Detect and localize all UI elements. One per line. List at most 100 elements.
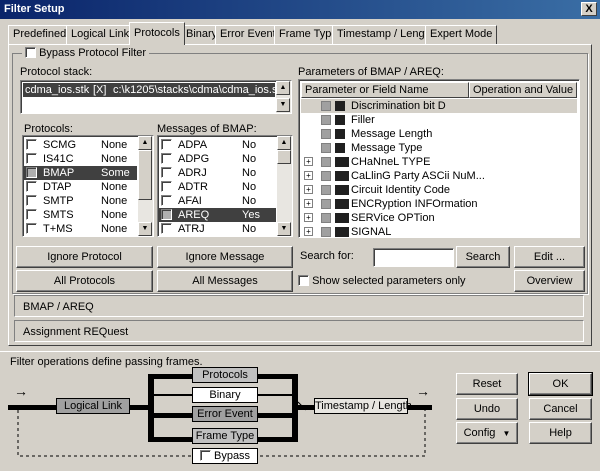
reset-button[interactable]: Reset [456, 373, 518, 395]
protocol-stack-item[interactable]: cdma_ios.stk [X] c:\k1205\stacks\cdma\cd… [23, 83, 286, 97]
field-icon [335, 115, 345, 125]
folder-icon [335, 227, 349, 237]
column-header-operation[interactable]: Operation and Value [469, 82, 577, 98]
bypass-box[interactable]: Bypass [192, 448, 258, 464]
search-input[interactable] [373, 248, 454, 267]
folder-icon [335, 157, 349, 167]
scroll-down-icon[interactable]: ▼ [138, 222, 152, 236]
scroll-up-icon[interactable]: ▲ [138, 136, 152, 150]
message-row[interactable]: ADPA No [158, 138, 276, 152]
dropdown-arrow-icon: ▼ [502, 429, 511, 438]
logical-link-box[interactable]: Logical Link [56, 398, 130, 414]
messages-list[interactable]: ADPA No ADPG No ADRJ No ADTR No AFAI No AREQ Y… [157, 135, 293, 237]
expand-icon[interactable]: + [304, 199, 313, 208]
selection-path: BMAP / AREQ [14, 295, 584, 317]
tab-timestamp-length[interactable]: Timestamp / Length [332, 25, 439, 44]
ignore-protocol-button[interactable]: Ignore Protocol [16, 246, 153, 268]
folder-icon [335, 199, 349, 209]
expand-icon[interactable]: + [304, 227, 313, 236]
selection-description: Assignment REQuest [14, 320, 584, 342]
parameter-row[interactable]: Filler [301, 113, 577, 127]
protocol-row[interactable]: T+MS None [23, 222, 137, 236]
edit-button[interactable]: Edit ... [514, 246, 585, 268]
protocol-row[interactable]: SCMG None [23, 138, 137, 152]
parameters-label: Parameters of BMAP / AREQ: [298, 66, 444, 78]
protocol-row[interactable]: DTAP None [23, 180, 137, 194]
scroll-down-icon[interactable]: ▼ [276, 98, 290, 112]
checkbox-icon[interactable] [298, 275, 309, 286]
overview-button[interactable]: Overview [514, 270, 585, 292]
parameter-row[interactable]: Message Type [301, 141, 577, 155]
scroll-down-icon[interactable]: ▼ [277, 222, 291, 236]
arrow-right-icon: → [416, 383, 430, 399]
protocols-list[interactable]: SCMG None IS41C None BMAP Some DTAP None SMT… [22, 135, 154, 237]
message-row[interactable]: AFAI No [158, 194, 276, 208]
messages-label: Messages of BMAP: [157, 123, 257, 135]
expand-icon[interactable]: + [304, 213, 313, 222]
message-row-selected[interactable]: AREQ Yes [158, 208, 276, 222]
field-icon [335, 101, 345, 111]
protocols-label: Protocols: [24, 123, 73, 135]
bypass-protocol-filter[interactable]: Bypass Protocol Filter [22, 47, 150, 60]
protocol-stack-scrollbar[interactable]: ▲ ▼ [276, 81, 291, 113]
scroll-up-icon[interactable]: ▲ [277, 136, 291, 150]
column-header-name[interactable]: Parameter or Field Name [301, 82, 469, 98]
scroll-thumb[interactable] [277, 150, 291, 164]
message-row[interactable]: ATRJ No [158, 222, 276, 236]
cancel-button[interactable]: Cancel [529, 398, 592, 420]
protocols-box[interactable]: Protocols [192, 367, 258, 383]
protocol-stack-list[interactable]: cdma_ios.stk [X] c:\k1205\stacks\cdma\cd… [20, 80, 292, 114]
search-label: Search for: [300, 250, 354, 262]
window-title: Filter Setup [4, 3, 65, 15]
ignore-message-button[interactable]: Ignore Message [157, 246, 293, 268]
parameter-row[interactable]: Message Length [301, 127, 577, 141]
expand-icon[interactable]: + [304, 171, 313, 180]
parameter-row[interactable]: + CHaNneL TYPE [301, 155, 577, 169]
arrow-right-icon: → [14, 383, 28, 399]
all-protocols-button[interactable]: All Protocols [16, 270, 153, 292]
parameter-row[interactable]: + SERVice OPTion [301, 211, 577, 225]
timestamp-length-box[interactable]: Timestamp / Length [314, 398, 412, 414]
expand-icon[interactable]: + [304, 157, 313, 166]
help-button[interactable]: Help [529, 422, 592, 444]
undo-button[interactable]: Undo [456, 398, 518, 420]
protocol-row[interactable]: SMTP None [23, 194, 137, 208]
scroll-up-icon[interactable]: ▲ [276, 81, 290, 95]
show-selected-checkbox[interactable]: Show selected parameters only [298, 275, 466, 287]
checkbox-icon[interactable] [199, 450, 211, 461]
config-button[interactable]: Config ▼ [456, 422, 518, 444]
binary-box[interactable]: Binary [192, 387, 258, 403]
protocol-row[interactable]: SMTS None [23, 208, 137, 222]
error-event-box[interactable]: Error Event [192, 406, 258, 422]
checkbox-icon[interactable] [25, 47, 36, 58]
message-row[interactable]: ADPG No [158, 152, 276, 166]
messages-scrollbar[interactable]: ▲ ▼ [277, 136, 292, 236]
frame-type-box[interactable]: Frame Type [192, 428, 258, 444]
parameters-tree[interactable]: Parameter or Field Name Operation and Va… [298, 79, 580, 238]
close-icon[interactable]: X [581, 2, 597, 16]
protocol-row-selected[interactable]: BMAP Some [23, 166, 137, 180]
tab-protocols[interactable]: Protocols [129, 22, 185, 45]
scroll-thumb[interactable] [138, 150, 152, 200]
tab-predefined[interactable]: Predefined [8, 25, 72, 44]
parameter-row[interactable]: + Circuit Identity Code [301, 183, 577, 197]
title-bar: Filter Setup [0, 0, 600, 19]
all-messages-button[interactable]: All Messages [157, 270, 293, 292]
message-row[interactable]: ADTR No [158, 180, 276, 194]
flow-caption: Filter operations define passing frames. [10, 356, 203, 368]
parameter-row[interactable]: + SIGNAL [301, 225, 577, 237]
tab-error-event[interactable]: Error Event [215, 25, 281, 44]
parameter-row[interactable]: + ENCRyption INFOrmation [301, 197, 577, 211]
parameter-row[interactable]: Discrimination bit D [301, 99, 577, 113]
folder-icon [335, 185, 349, 195]
parameter-row[interactable]: + CaLlinG Party ASCii NuM... [301, 169, 577, 183]
ok-button[interactable]: OK [528, 372, 593, 396]
protocol-row[interactable]: IS41C None [23, 152, 137, 166]
protocols-scrollbar[interactable]: ▲ ▼ [138, 136, 153, 236]
search-button[interactable]: Search [456, 246, 510, 268]
expand-icon[interactable]: + [304, 185, 313, 194]
tab-expert-mode[interactable]: Expert Mode [425, 25, 498, 44]
field-icon [335, 143, 345, 153]
message-row[interactable]: ADRJ No [158, 166, 276, 180]
folder-icon [335, 213, 349, 223]
